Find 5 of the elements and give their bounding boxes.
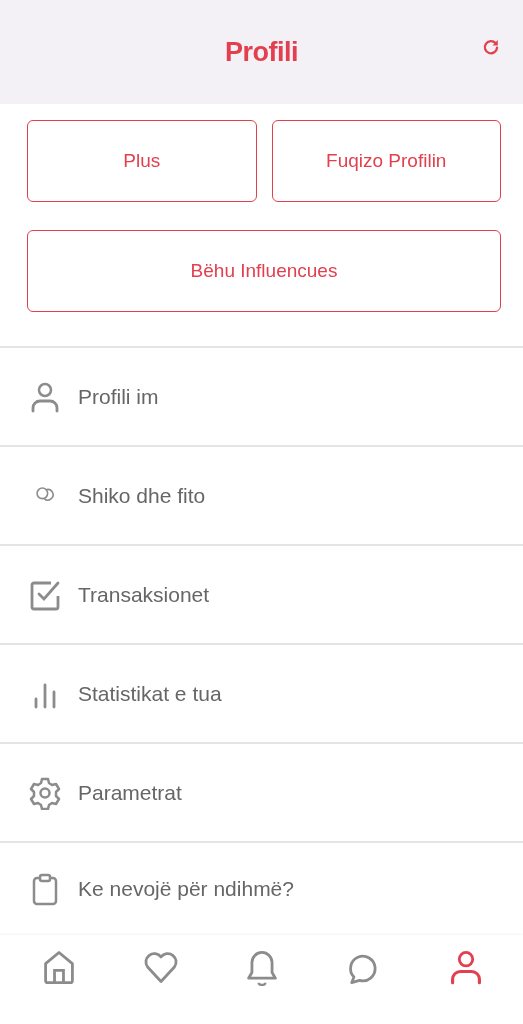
settings-icon — [28, 775, 62, 810]
page-title: Profili — [225, 35, 298, 69]
action-button[interactable]: Fuqizo Profilin — [271, 120, 501, 202]
action-button[interactable]: Bëhu Influencues — [27, 230, 501, 312]
action-button[interactable]: Plus — [27, 120, 257, 202]
